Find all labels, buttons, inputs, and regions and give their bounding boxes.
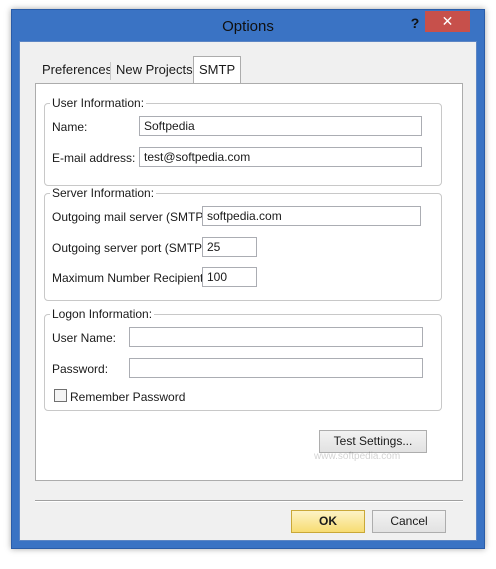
remember-password-checkbox[interactable] <box>54 389 67 402</box>
email-field[interactable]: test@softpedia.com <box>139 147 422 167</box>
dialog-client-area: Preferences New Projects SMTP User Infor… <box>19 41 477 541</box>
username-field[interactable] <box>129 327 423 347</box>
mail-server-label: Outgoing mail server (SMTP): <box>52 210 211 224</box>
email-label: E-mail address: <box>52 151 136 165</box>
server-information-group: Server Information: Outgoing mail server… <box>44 186 442 301</box>
remember-password-label[interactable]: Remember Password <box>70 390 185 404</box>
watermark-url: www.softpedia.com <box>314 451 401 462</box>
max-recipients-field[interactable]: 100 <box>202 267 257 287</box>
password-field[interactable] <box>129 358 423 378</box>
smtp-tab-panel: User Information: Name: Softpedia E-mail… <box>35 83 463 481</box>
tab-smtp[interactable]: SMTP <box>193 56 242 84</box>
close-button[interactable]: ✕ <box>425 11 470 32</box>
help-button[interactable]: ? <box>405 15 425 33</box>
tab-new-projects[interactable]: New Projects <box>111 58 198 82</box>
ok-button[interactable]: OK <box>291 510 365 533</box>
username-label: User Name: <box>52 331 117 345</box>
port-field[interactable]: 25 <box>202 237 257 257</box>
name-field[interactable]: Softpedia <box>139 116 422 136</box>
logon-information-group: Logon Information: User Name: Password: … <box>44 307 442 411</box>
user-information-group: User Information: Name: Softpedia E-mail… <box>44 96 442 186</box>
name-label: Name: <box>52 120 88 134</box>
options-dialog: Options ? ✕ Preferences New Projects SMT… <box>11 9 485 549</box>
tab-preferences[interactable]: Preferences <box>37 58 118 82</box>
user-information-legend: User Information: <box>50 96 147 110</box>
title-bar[interactable]: Options ? ✕ <box>12 10 484 42</box>
password-label: Password: <box>52 362 109 376</box>
max-recipients-label: Maximum Number Recipients: <box>52 271 213 285</box>
footer-divider <box>35 500 463 502</box>
mail-server-field[interactable]: softpedia.com <box>202 206 421 226</box>
cancel-button[interactable]: Cancel <box>372 510 446 533</box>
test-settings-button[interactable]: Test Settings... <box>319 430 427 453</box>
close-icon: ✕ <box>441 13 454 29</box>
server-information-legend: Server Information: <box>50 186 157 200</box>
port-label: Outgoing server port (SMTP): <box>52 241 210 255</box>
logon-information-legend: Logon Information: <box>50 307 155 321</box>
